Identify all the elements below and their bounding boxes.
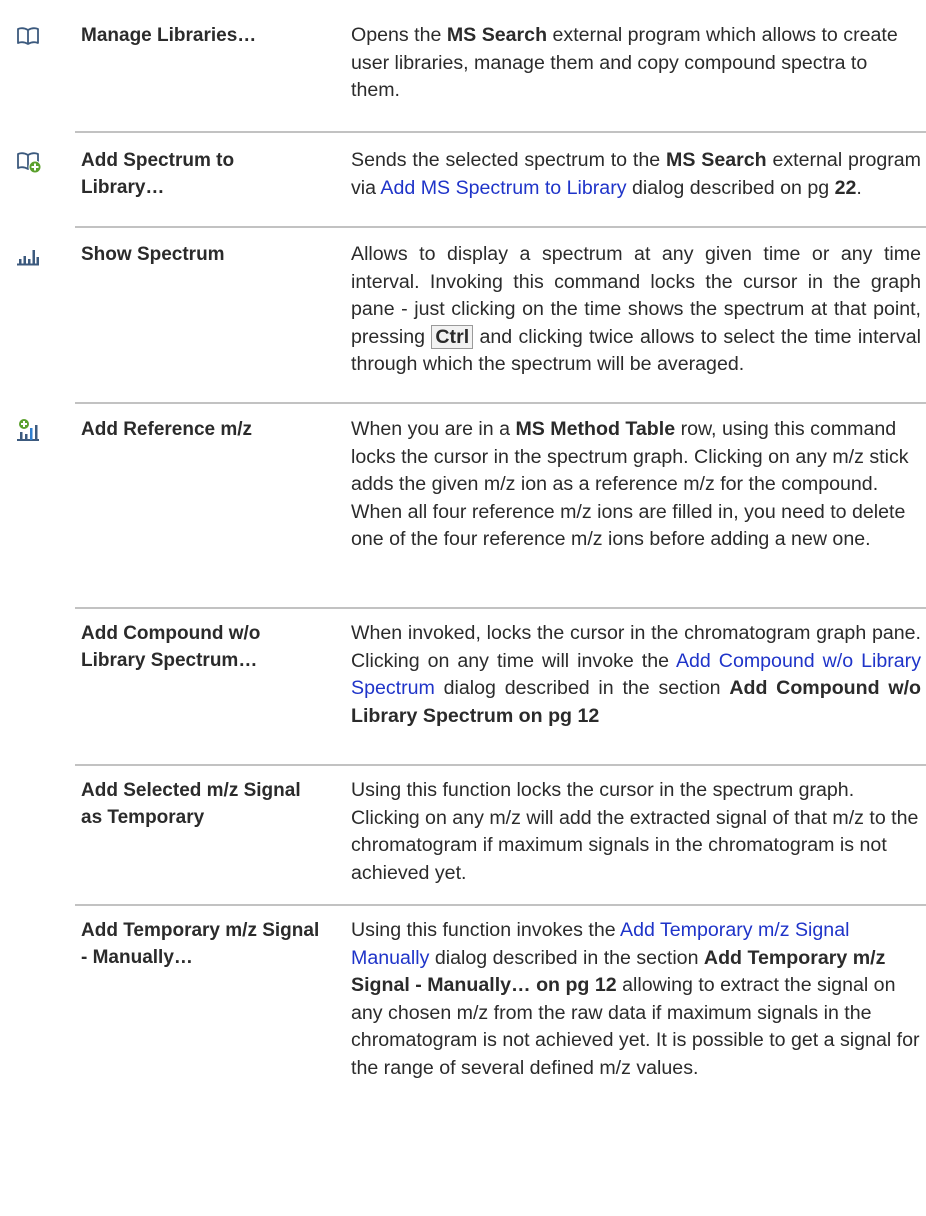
row-divider [75, 226, 926, 228]
row-divider [75, 904, 926, 906]
row-divider [75, 131, 926, 133]
command-name: Add Spectrum to Library… [81, 150, 235, 198]
row-divider [75, 607, 926, 609]
desc-text: dialog described on pg [626, 176, 835, 199]
desc-text: When you are in a [351, 418, 516, 440]
desc-text: Opens the [351, 24, 447, 46]
command-name: Add Temporary m/z Signal - Manually… [81, 920, 320, 968]
command-description: Sends the selected spectrum to the MS Se… [351, 147, 921, 202]
desc-text: dialog described in the section [434, 677, 730, 699]
book-add-icon [16, 151, 48, 183]
desc-bold: MS Search [666, 149, 767, 171]
command-name: Add Compound w/o Library Spectrum… [81, 623, 261, 671]
desc-text: Using this function locks the cursor in … [351, 779, 919, 884]
add-ms-spectrum-link[interactable]: Add MS Spectrum to Library [380, 177, 626, 199]
desc-text: dialog described in the section [429, 946, 704, 969]
command-description: When you are in a MS Method Table row, u… [351, 416, 921, 554]
row-divider [75, 764, 926, 766]
command-name: Add Reference m/z [81, 419, 253, 440]
reference-mz-icon [16, 418, 48, 450]
command-description: When invoked, locks the cursor in the ch… [351, 620, 921, 730]
command-description: Opens the MS Search external program whi… [351, 22, 921, 105]
desc-bold: MS Search [446, 24, 548, 46]
row-divider [75, 402, 926, 404]
ctrl-key: Ctrl [431, 324, 474, 349]
desc-text: Using this function invokes the [351, 919, 621, 941]
command-name: Add Selected m/z Signal as Temporary [81, 780, 301, 828]
command-name: Manage Libraries… [81, 25, 257, 46]
desc-bold: MS Method Table [515, 418, 676, 440]
desc-text: . [856, 176, 862, 199]
desc-bold: 22 [834, 176, 857, 199]
command-description: Using this function locks the cursor in … [351, 777, 921, 887]
command-name: Show Spectrum [81, 244, 225, 265]
command-description: Using this function invokes the Add Temp… [351, 917, 921, 1082]
spectrum-icon [16, 248, 48, 280]
desc-text: Sends the selected spectrum to the [351, 149, 667, 171]
command-description: Allows to display a spectrum at any give… [351, 241, 921, 379]
book-icon [16, 26, 48, 58]
